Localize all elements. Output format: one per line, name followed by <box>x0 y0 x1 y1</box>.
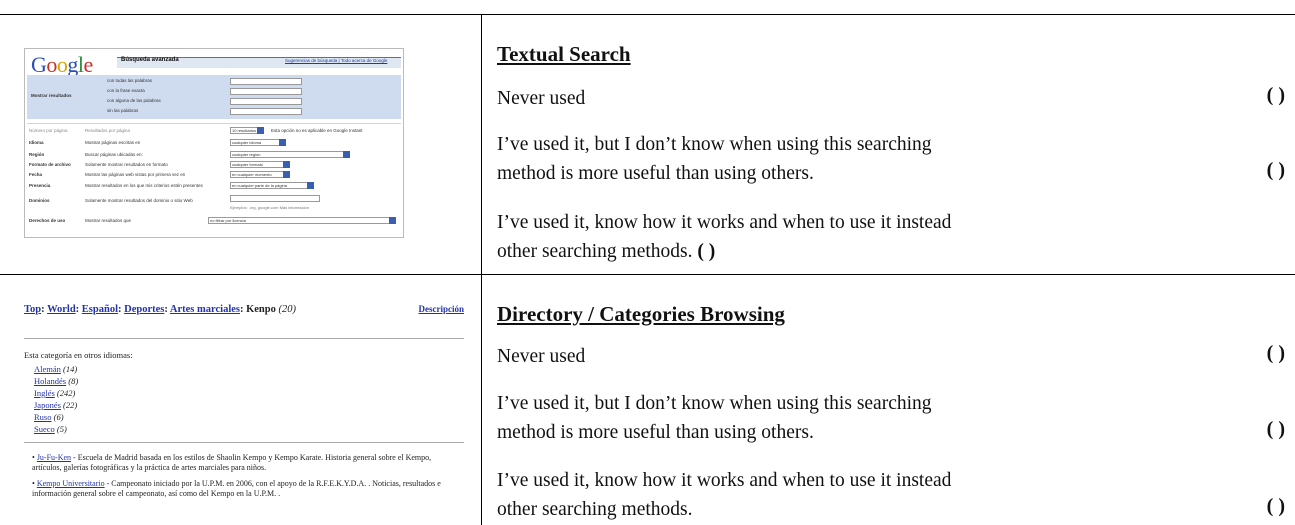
query-input <box>230 88 302 95</box>
checkbox-marker[interactable]: ( ) <box>697 241 715 262</box>
checkbox-marker[interactable]: ( ) <box>1267 418 1285 441</box>
column-divider <box>481 14 482 525</box>
option-label: I’ve used it, but I don’t know when usin… <box>497 393 932 443</box>
language-item: Alemán (14) <box>34 364 78 374</box>
breadcrumb-link: World <box>47 304 76 315</box>
directory-browsing-thumbnail: Top: World: Español: Deportes: Artes mar… <box>24 298 464 525</box>
table-top-border <box>0 14 1295 15</box>
query-panel <box>27 75 401 119</box>
section-title: Directory / Categories Browsing <box>497 302 785 326</box>
checkbox-marker[interactable]: ( ) <box>1267 84 1285 107</box>
breadcrumb: Top: World: Español: Deportes: Artes mar… <box>24 304 296 315</box>
select-value: cualquier idioma <box>232 140 262 145</box>
description-link: Descripción <box>418 304 465 314</box>
query-row-label: sin las palabras <box>107 108 139 113</box>
select-value: cualquier formato <box>232 162 263 167</box>
query-input <box>230 78 302 85</box>
header-link: Sugerencias de búsqueda | Todo acerca de… <box>285 58 388 63</box>
field-text: Mostrar resultados en los que mis criter… <box>85 183 203 188</box>
language-item: Ruso (6) <box>34 412 64 422</box>
query-input <box>230 98 302 105</box>
field-label: Región <box>29 152 45 157</box>
select-value: cualquier región <box>232 152 261 157</box>
page-heading: Búsqueda avanzada <box>121 57 179 63</box>
option-label: I’ve used it, know how it works and when… <box>497 212 952 262</box>
current-category: Kenpo <box>246 304 276 315</box>
field-note: Ejemplos: .org, google.com Más informaci… <box>230 205 309 210</box>
field-text: Mostrar resultados que <box>85 218 132 223</box>
breadcrumb-link: Español <box>81 304 118 315</box>
field-label: Idioma <box>29 140 44 145</box>
language-item: Holandés (8) <box>34 376 79 386</box>
list-item: • Ju-Fu-Ken - Escuela de Madrid basada e… <box>32 453 432 472</box>
language-item: Inglés (242) <box>34 388 76 398</box>
query-row-label: con todas las palabras <box>107 78 153 83</box>
show-results-label: Mostrar resultados <box>31 93 72 98</box>
option-label: Never used <box>497 346 586 367</box>
checkbox-marker[interactable]: ( ) <box>1267 342 1285 365</box>
field-text: Buscar páginas ubicadas en: <box>85 152 143 157</box>
divider <box>24 442 464 443</box>
divider <box>27 123 401 124</box>
field-text: Solamente mostrar resultados en formato <box>85 162 168 167</box>
select-value: 10 resultados <box>232 128 257 133</box>
query-row-label: con alguna de las palabras <box>107 98 161 103</box>
category-count: (20) <box>278 304 297 315</box>
field-text: Resultados por página <box>85 128 131 133</box>
language-item: Sueco (5) <box>34 424 67 434</box>
field-note: Esta opción no es aplicable en Google In… <box>271 128 363 133</box>
option-label: Never used <box>497 88 586 109</box>
field-label: Fecha <box>29 172 43 177</box>
field-label: Derechos de uso <box>29 218 66 223</box>
field-text: Solamente mostrar resultados del dominio… <box>85 198 193 203</box>
option-label: I’ve used it, know how it works and when… <box>497 470 952 520</box>
field-label: Número por página <box>29 128 68 133</box>
select-value: en cualquier momento <box>232 172 272 177</box>
field-label: Presencia <box>29 183 51 188</box>
language-item: Japonés (22) <box>34 400 78 410</box>
select-value: en cualquier parte de la página <box>232 183 287 188</box>
breadcrumb-link: Artes marciales <box>169 304 240 315</box>
select-value: no filtrar por licencia <box>210 218 246 223</box>
field-text: Mostrar páginas escritas en <box>85 140 141 145</box>
field-text: Mostrar las páginas web vistas por prime… <box>85 172 186 177</box>
query-input <box>230 108 302 115</box>
breadcrumb-link: Top <box>24 304 42 315</box>
breadcrumb-link: Deportes <box>124 304 165 315</box>
google-advanced-search-thumbnail: Google Búsqueda avanzada Sugerencias de … <box>24 48 404 238</box>
section-title: Textual Search <box>497 42 631 66</box>
field-label: Dominios <box>29 198 50 203</box>
row-divider <box>0 274 1295 275</box>
query-row-label: con la frase exacta <box>107 88 145 93</box>
field-label: Formato de archivo <box>29 162 71 167</box>
survey-table: Google Búsqueda avanzada Sugerencias de … <box>0 0 1295 525</box>
checkbox-marker[interactable]: ( ) <box>1267 159 1285 182</box>
list-item: • Kempo Universitario - Campeonato inici… <box>32 479 441 498</box>
domain-input <box>230 195 320 202</box>
checkbox-marker[interactable]: ( ) <box>1267 495 1285 518</box>
divider <box>24 338 464 339</box>
option-label: I’ve used it, but I don’t know when usin… <box>497 134 932 184</box>
other-languages-label: Esta categoría en otros idiomas: <box>24 350 133 360</box>
